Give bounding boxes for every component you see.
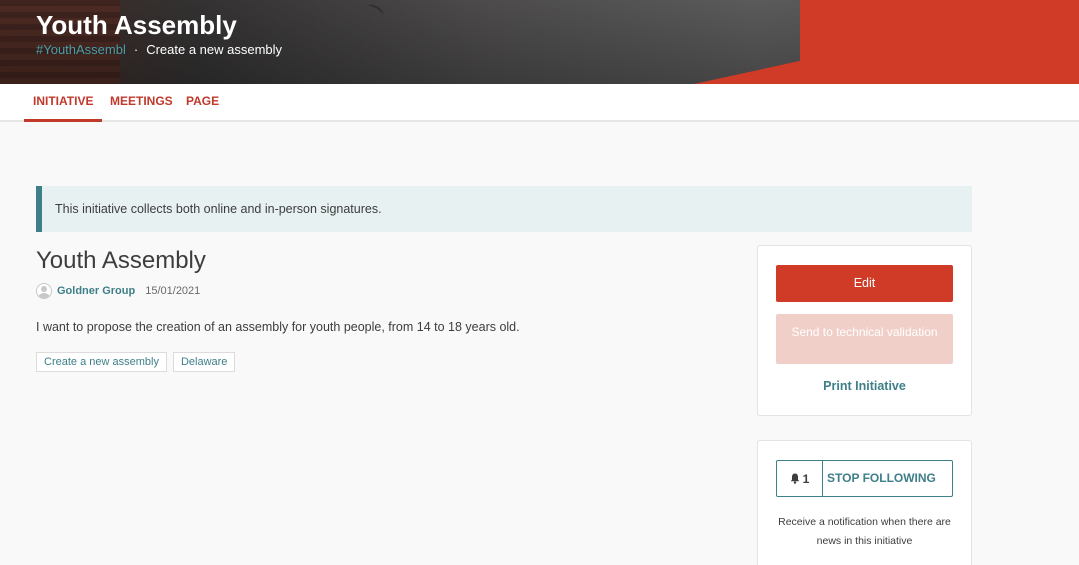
initiative-tags: Create a new assembly Delaware <box>36 352 236 372</box>
hashtag-link[interactable]: #YouthAssembl <box>36 42 126 57</box>
hero-banner: Youth Assembly #YouthAssembl · Create a ne… <box>0 0 1079 84</box>
process-title: Youth Assembly <box>36 10 237 40</box>
follower-count-value: 1 <box>802 471 810 486</box>
print-initiative-link[interactable]: Print Initiative <box>758 379 971 393</box>
process-nav: INITIATIVE MEETINGS PAGE <box>0 84 1079 122</box>
follower-count: 1 <box>777 461 823 496</box>
initiative-title: Youth Assembly <box>36 247 206 274</box>
initiative-description: I want to propose the creation of an ass… <box>36 320 520 334</box>
bell-icon <box>790 473 799 484</box>
follow-note: Receive a notification when there are ne… <box>778 516 951 547</box>
tab-meetings[interactable]: MEETINGS <box>101 84 182 122</box>
process-subtitle-text: Create a new assembly <box>146 42 283 57</box>
callout-text: This initiative collects both online and… <box>55 202 382 216</box>
tab-initiative[interactable]: INITIATIVE <box>24 84 103 122</box>
follow-card: 1 STOP FOLLOWING Receive a notification … <box>757 440 972 565</box>
signature-info-callout: This initiative collects both online and… <box>36 186 972 232</box>
publish-date: 15/01/2021 <box>145 285 201 297</box>
hero-red-block <box>800 0 1079 84</box>
default-avatar-icon <box>36 283 52 299</box>
author-info: Goldner Group 15/01/2021 <box>36 283 200 299</box>
send-technical-validation-button[interactable]: Send to technical validation <box>776 314 953 364</box>
tag-scope[interactable]: Delaware <box>172 352 236 372</box>
tab-page[interactable]: PAGE <box>177 84 228 122</box>
author-name-link[interactable]: Goldner Group <box>57 285 135 297</box>
stop-following-label: STOP FOLLOWING <box>827 471 936 485</box>
process-subtitle: #YouthAssembl · Create a new assembly <box>36 42 282 57</box>
actions-card: Edit Send to technical validation Print … <box>757 245 972 416</box>
stop-following-button[interactable]: 1 STOP FOLLOWING <box>776 460 953 497</box>
edit-button[interactable]: Edit <box>776 265 953 302</box>
tag-type[interactable]: Create a new assembly <box>36 352 167 372</box>
subtitle-separator: · <box>133 42 139 57</box>
